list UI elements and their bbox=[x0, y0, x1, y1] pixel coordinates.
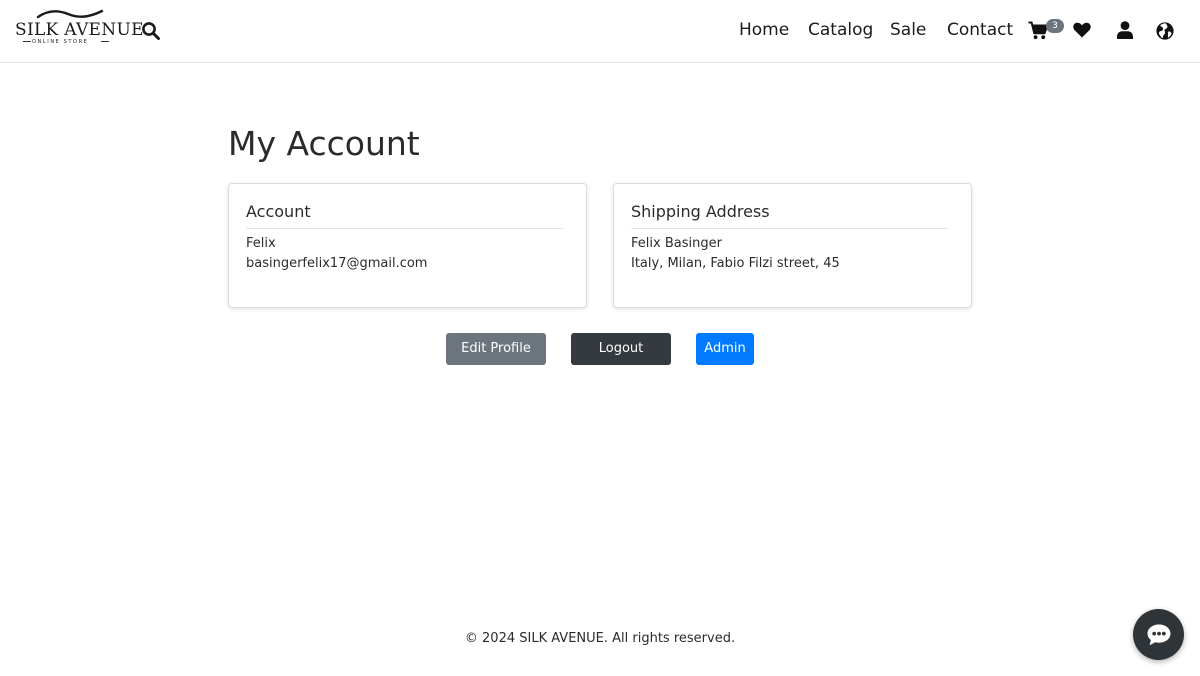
globe-icon[interactable] bbox=[1156, 22, 1174, 44]
account-email: basingerfelix17@gmail.com bbox=[246, 256, 428, 271]
footer-copyright: © 2024 SILK AVENUE. All rights reserved. bbox=[464, 631, 736, 646]
logo-wave-icon bbox=[36, 9, 104, 19]
search-icon[interactable] bbox=[141, 21, 161, 41]
edit-profile-button[interactable]: Edit Profile bbox=[446, 333, 546, 365]
nav-sale[interactable]: Sale bbox=[890, 20, 926, 40]
logo[interactable]: SILK AVENUE ONLINE STORE bbox=[14, 8, 143, 48]
logo-divider bbox=[101, 41, 109, 42]
account-name: Felix bbox=[246, 236, 276, 251]
shipping-name: Felix Basinger bbox=[631, 236, 722, 251]
account-card-title: Account bbox=[246, 202, 311, 221]
card-divider bbox=[631, 228, 949, 229]
logout-button[interactable]: Logout bbox=[571, 333, 671, 365]
cart-count-badge: 3 bbox=[1046, 19, 1064, 33]
logo-divider bbox=[23, 41, 31, 42]
shipping-address-card: Shipping Address Felix Basinger Italy, M… bbox=[613, 183, 972, 308]
site-header: SILK AVENUE ONLINE STORE Home Catalog Sa… bbox=[0, 0, 1200, 63]
nav-catalog[interactable]: Catalog bbox=[808, 20, 873, 40]
heart-icon[interactable] bbox=[1073, 22, 1091, 42]
nav-contact[interactable]: Contact bbox=[947, 20, 1013, 40]
nav-home[interactable]: Home bbox=[739, 20, 789, 40]
user-icon[interactable] bbox=[1117, 21, 1133, 43]
page-title: My Account bbox=[228, 124, 420, 163]
card-divider bbox=[246, 228, 564, 229]
chat-icon bbox=[1147, 624, 1171, 646]
logo-tagline: ONLINE STORE bbox=[32, 39, 89, 45]
cart-icon[interactable] bbox=[1028, 21, 1049, 44]
chat-button[interactable] bbox=[1133, 609, 1184, 660]
shipping-card-title: Shipping Address bbox=[631, 202, 770, 221]
account-card: Account Felix basingerfelix17@gmail.com bbox=[228, 183, 587, 308]
shipping-address: Italy, Milan, Fabio Filzi street, 45 bbox=[631, 256, 840, 271]
logo-brand: SILK AVENUE bbox=[15, 20, 144, 40]
admin-button[interactable]: Admin bbox=[696, 333, 754, 365]
